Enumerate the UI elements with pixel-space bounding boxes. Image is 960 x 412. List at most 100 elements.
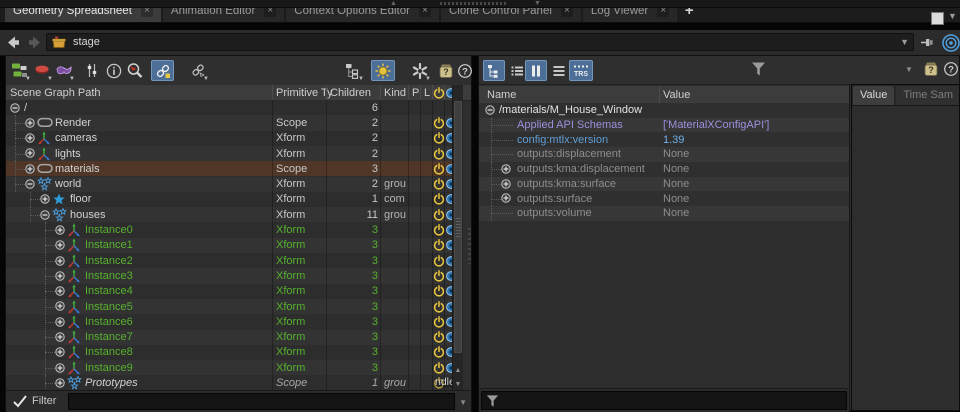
tree-row-world[interactable]: worldXform2grou [6,177,452,192]
expander-icon[interactable] [40,194,50,204]
active-power-toggle-icon[interactable] [433,345,445,360]
column-header-kind[interactable]: Kind [384,85,406,100]
column-header-primitive-ty[interactable]: Primitive Ty [276,85,333,100]
link-options-button[interactable]: ▼ [188,60,208,81]
tree-row-instance2[interactable]: Instance2Xform3 [6,253,452,268]
active-power-toggle-icon[interactable] [433,222,445,237]
render-disc-button[interactable]: ▼ [32,60,52,81]
tree-filter-input[interactable] [68,393,455,410]
prop-row-outputs-surface[interactable]: outputs:surfaceNone [479,191,849,206]
prop-value[interactable]: 1.39 [663,132,684,147]
tree-row-instance8[interactable]: Instance8Xform3 [6,345,452,360]
filter-check-icon[interactable] [13,395,27,408]
tree-row-instance7[interactable]: Instance7Xform3 [6,330,452,345]
prop-name[interactable]: outputs:kma:surface [517,177,616,192]
prop-value[interactable]: None [663,177,689,192]
column-header-active-icon[interactable] [433,85,445,100]
expander-icon[interactable] [25,179,35,189]
visibility-eye-toggle-icon[interactable] [445,222,452,237]
expander-icon[interactable] [55,240,65,250]
prim-path-label[interactable]: / [24,100,27,115]
prim-path-label[interactable]: floor [70,192,91,207]
details-help-button[interactable]: ? [943,61,959,77]
splitter-grip[interactable] [440,2,506,5]
active-power-toggle-icon[interactable] [433,177,445,192]
visibility-eye-toggle-icon[interactable] [445,131,452,146]
expander-icon[interactable] [55,271,65,281]
display-settings-button[interactable]: ▼ [410,60,430,81]
active-power-toggle-icon[interactable] [433,284,445,299]
expander-icon[interactable] [25,118,35,128]
active-power-toggle-icon[interactable] [433,161,445,176]
scroll-up-button[interactable]: ▲ [453,364,463,377]
visibility-eye-toggle-icon[interactable] [445,345,452,360]
prop-row-outputs-kma-displacement[interactable]: outputs:kma:displacementNone [479,162,849,177]
prim-path-label[interactable]: Instance9 [85,360,133,375]
expander-icon[interactable] [55,256,65,266]
expander-icon[interactable] [501,179,511,189]
expander-icon[interactable] [25,148,35,158]
visibility-eye-toggle-icon[interactable] [445,360,452,375]
visibility-eye-toggle-icon[interactable] [445,207,452,222]
expander-icon[interactable] [55,363,65,373]
prop-name[interactable]: outputs:volume [517,206,592,221]
active-power-toggle-icon[interactable] [433,146,445,161]
filter-parameters-button[interactable] [82,60,102,81]
nav-forward-button[interactable] [26,34,43,51]
prop-value[interactable]: None [663,191,689,206]
network-display-button[interactable]: ▼ [10,60,30,81]
column-header-children[interactable]: Children [330,85,371,100]
visibility-eye-toggle-icon[interactable] [445,253,452,268]
subpanel-tab-time-sam[interactable]: Time Sam [896,86,960,105]
tree-row-cameras[interactable]: camerasXform2 [6,131,452,146]
rows-view-toggle[interactable] [549,60,569,81]
expander-icon[interactable] [55,378,65,388]
nav-back-button[interactable] [5,34,22,51]
expander-icon[interactable] [55,225,65,235]
splitter-collapse-up-icon[interactable]: ▲ [390,0,397,7]
details-menu-caret-icon[interactable]: ▼ [905,65,913,74]
help-button[interactable]: ? [457,60,473,81]
expander-icon[interactable] [40,210,50,220]
properties-filter-funnel[interactable] [751,61,766,78]
active-power-toggle-icon[interactable] [433,131,445,146]
active-power-toggle-icon[interactable] [433,330,445,345]
active-power-toggle-icon[interactable] [433,314,445,329]
visibility-eye-toggle-icon[interactable] [445,192,452,207]
active-power-toggle-icon[interactable] [433,115,445,130]
columns-view-toggle[interactable] [525,60,547,81]
prop-column-header-name[interactable]: Name [487,86,516,103]
prim-path-label[interactable]: lights [55,146,81,161]
visibility-eye-toggle-icon[interactable] [445,299,452,314]
column-header-l[interactable]: L [424,85,430,100]
active-power-toggle-icon[interactable] [433,238,445,253]
prim-path-label[interactable]: Instance0 [85,222,133,237]
expander-icon[interactable] [55,301,65,311]
active-power-toggle-icon[interactable] [433,299,445,314]
tree-row-floor[interactable]: floorXform1com [6,192,452,207]
properties-filter-input[interactable] [481,391,847,410]
active-power-toggle-icon[interactable] [433,192,445,207]
prop-value[interactable]: None [663,147,689,162]
prop-name[interactable]: config:mtlx:version [517,132,608,147]
expander-icon[interactable] [501,164,511,174]
visibility-eye-toggle-icon[interactable] [445,146,452,161]
prop-value[interactable]: ['MaterialXConfigAPI'] [663,118,769,133]
list-view-toggle[interactable] [507,60,527,81]
network-path-field[interactable]: stage ▼ [46,33,914,51]
tree-row-houses[interactable]: housesXform11grou [6,207,452,222]
prop-row-outputs-displacement[interactable]: outputs:displacementNone [479,147,849,162]
details-help-bag-button[interactable]: ? [922,60,940,78]
prop-row-applied-api-schemas[interactable]: Applied API Schemas['MaterialXConfigAPI'… [479,118,849,133]
pane-splitter-strip[interactable]: ▲ ▼ [0,0,960,8]
prim-path-label[interactable]: Instance7 [85,330,133,345]
filter-dropdown-caret-icon[interactable]: ▼ [459,398,467,407]
prop-value[interactable]: None [663,206,689,221]
mask-display-button[interactable]: ▼ [54,60,74,81]
prim-path-label[interactable]: cameras [55,131,97,146]
tree-vertical-scrollbar[interactable]: ▲ ▼ [452,85,463,391]
visibility-eye-toggle-icon[interactable] [445,177,452,192]
prim-path-label[interactable]: world [55,177,81,192]
tree-row-instance3[interactable]: Instance3Xform3 [6,268,452,283]
expander-icon[interactable] [55,332,65,342]
